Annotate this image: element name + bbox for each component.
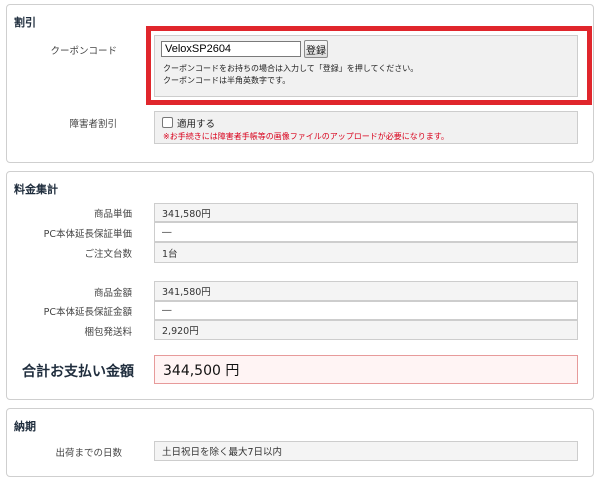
- total-label: 合計お支払い金額: [22, 364, 134, 380]
- discount-title: 割引: [14, 16, 36, 29]
- apply-label[interactable]: 適用する: [177, 116, 215, 130]
- unit-price-label: 商品単価: [93, 209, 132, 220]
- apply-disability-checkbox[interactable]: [162, 117, 173, 128]
- coupon-highlight-frame: [146, 26, 592, 105]
- warranty-amount-label: PC本体延長保証金額: [43, 307, 132, 318]
- unit-price-value: 341,580円: [154, 203, 578, 222]
- coupon-label: クーポンコード: [50, 46, 117, 57]
- product-amount-label: 商品金額: [93, 288, 132, 299]
- shipping-fee-value: 2,920円: [154, 320, 578, 340]
- product-amount-value: 341,580円: [154, 281, 578, 301]
- warranty-amount-value: ―: [154, 301, 578, 320]
- warranty-unit-value: ―: [154, 222, 578, 242]
- quantity-value: 1台: [154, 242, 578, 263]
- total-value: 344,500 円: [154, 355, 578, 384]
- delivery-days-value: 土日祝日を除く最大7日以内: [154, 441, 578, 461]
- warranty-unit-label: PC本体延長保証単価: [43, 229, 132, 240]
- disability-label: 障害者割引: [69, 119, 117, 130]
- summary-title: 料金集計: [14, 183, 58, 196]
- disability-warning: ※お手続きには障害者手帳等の画像ファイルのアップロードが必要になります。: [163, 132, 449, 141]
- quantity-label: ご注文台数: [84, 249, 132, 260]
- delivery-days-label: 出荷までの日数: [55, 448, 122, 459]
- delivery-title: 納期: [14, 420, 36, 433]
- shipping-fee-label: 梱包発送料: [84, 327, 132, 338]
